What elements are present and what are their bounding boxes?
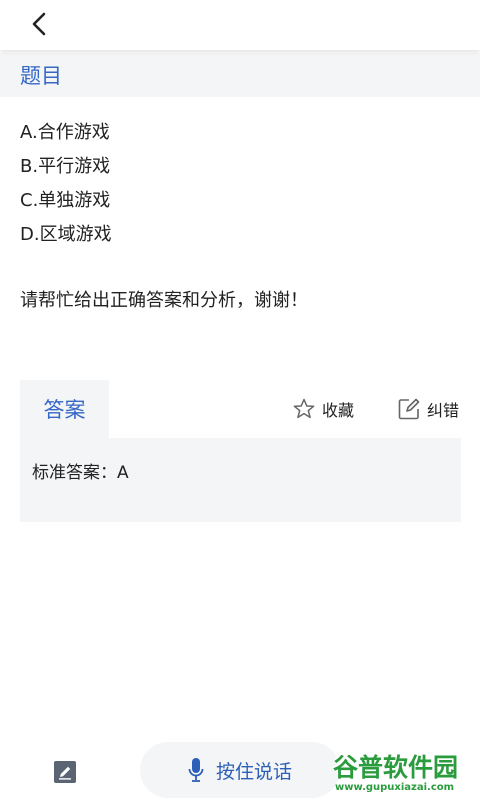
hold-to-talk-button[interactable]: 按住说话 — [140, 742, 340, 798]
answer-content: 标准答案：A — [32, 463, 129, 483]
favorite-button[interactable]: 收藏 — [292, 396, 354, 422]
edit-square-icon — [398, 398, 420, 420]
site-watermark: 谷普软件园 www.gupuxiazai.com — [333, 748, 480, 800]
section-title: 题目 — [0, 53, 480, 97]
edit-icon — [54, 761, 76, 783]
option-b: B.平行游戏 — [20, 156, 111, 177]
option-d: D.区域游戏 — [20, 224, 112, 245]
hold-to-talk-label: 按住说话 — [215, 760, 292, 783]
option-a: A.合作游戏 — [20, 122, 110, 143]
microphone-icon — [188, 758, 204, 782]
correction-button[interactable]: 纠错 — [397, 396, 459, 422]
answer-body: 标准答案：A — [20, 438, 461, 522]
star-icon — [293, 398, 315, 419]
back-button[interactable] — [24, 8, 56, 40]
favorite-label: 收藏 — [322, 401, 355, 420]
question-request: 请帮忙给出正确答案和分析，谢谢！ — [20, 290, 308, 311]
option-c: C.单独游戏 — [20, 190, 111, 211]
watermark-url: www.gupuxiazai.com — [335, 782, 455, 793]
chevron-left-icon — [32, 12, 46, 36]
watermark-brand: 谷普软件园 — [333, 753, 459, 782]
answer-tab[interactable]: 答案 — [20, 380, 109, 438]
top-bar — [0, 0, 480, 50]
compose-button[interactable] — [53, 760, 77, 784]
question-options: A.合作游戏 B.平行游戏 C.单独游戏 D.区域游戏 — [20, 116, 112, 252]
answer-card: 答案 收藏 纠错 标准答案：A — [20, 380, 461, 522]
correction-label: 纠错 — [427, 401, 460, 420]
